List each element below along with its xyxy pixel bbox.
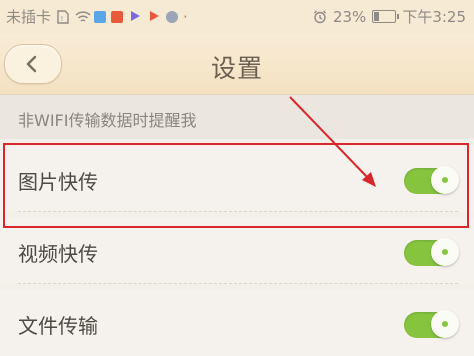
svg-text:!: ! <box>61 15 64 23</box>
setting-row-image-transfer[interactable]: 图片快传 <box>0 146 474 212</box>
app-notification-icon <box>94 10 107 23</box>
carrier-text: 未插卡 <box>6 8 52 26</box>
play-notification-icon <box>147 10 161 24</box>
setting-label: 文件传输 <box>18 314 98 338</box>
battery-level <box>374 12 379 21</box>
status-left: 未插卡 ! · <box>6 6 188 27</box>
toggle-knob <box>431 310 459 338</box>
play-notification-icon <box>128 10 142 24</box>
title-bar: 设置 <box>0 34 474 95</box>
status-right: 23% 下午3:25 <box>313 6 466 27</box>
setting-row-file-transfer[interactable]: 文件传输 <box>0 290 474 356</box>
sim-card-icon: ! <box>56 9 70 24</box>
image-transfer-toggle[interactable] <box>404 166 459 194</box>
section-header: 非WIFI传输数据时提醒我 <box>0 95 474 139</box>
divider <box>18 283 458 284</box>
clock-text: 下午3:25 <box>402 8 466 26</box>
app-notification-icon <box>111 10 124 23</box>
toggle-knob <box>431 166 459 194</box>
status-bar: 未插卡 ! · 23% 下午3:25 <box>0 0 474 34</box>
file-transfer-toggle[interactable] <box>404 310 459 338</box>
app-notification-icon <box>166 10 179 23</box>
setting-row-video-transfer[interactable]: 视频快传 <box>0 218 474 284</box>
section-header-label: 非WIFI传输数据时提醒我 <box>18 111 197 130</box>
setting-label: 图片快传 <box>18 170 98 194</box>
divider <box>18 211 458 212</box>
battery-icon <box>372 10 400 23</box>
more-notifications-icon: · <box>183 7 188 26</box>
page-title: 设置 <box>210 54 263 83</box>
toggle-knob <box>431 238 459 266</box>
setting-label: 视频快传 <box>18 242 98 266</box>
battery-percent-text: 23% <box>332 7 367 26</box>
video-transfer-toggle[interactable] <box>404 238 459 266</box>
alarm-clock-icon <box>313 10 327 24</box>
wifi-icon <box>75 10 91 24</box>
